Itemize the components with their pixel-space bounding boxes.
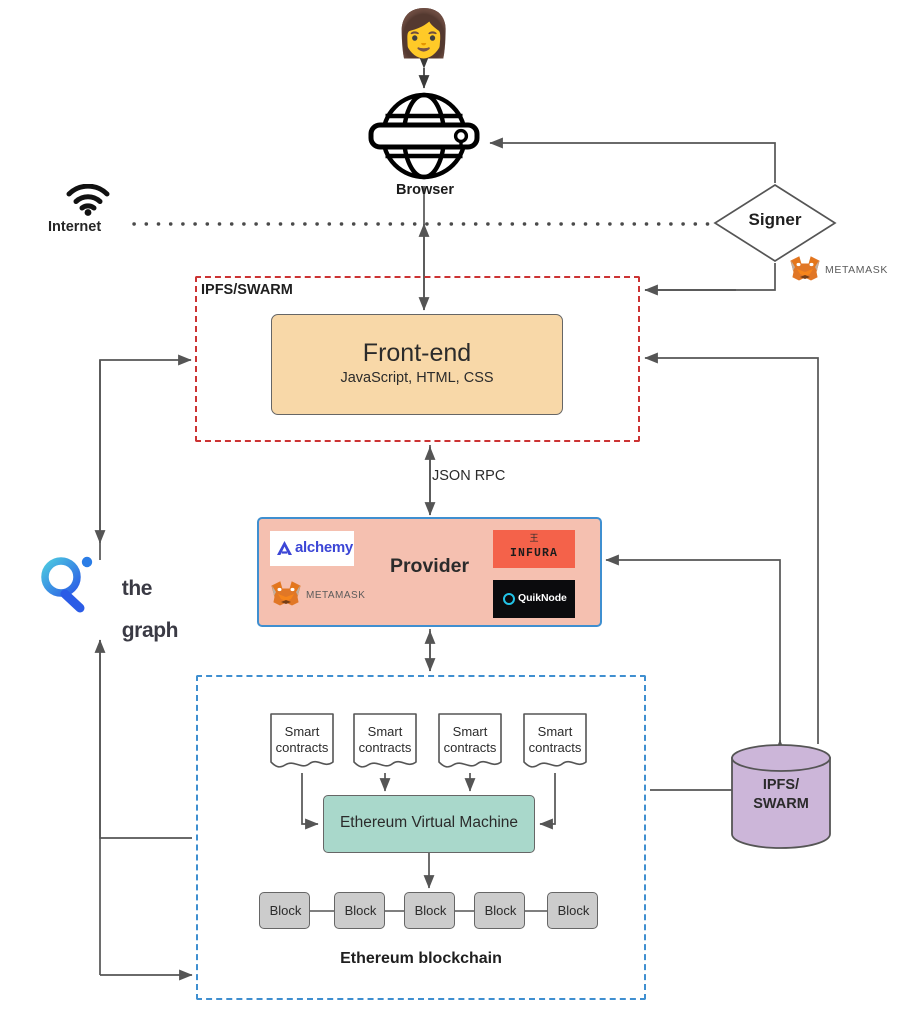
- block-node: Block: [259, 892, 310, 929]
- quiknode-ring-icon: [503, 593, 515, 605]
- frontend-title: Front-end: [362, 339, 472, 367]
- user-avatar-icon: 👩: [395, 7, 453, 59]
- smart-contract-label: Smart contracts: [358, 724, 412, 755]
- frontend-subtitle: JavaScript, HTML, CSS: [340, 370, 494, 386]
- the-graph-line1: the: [121, 577, 153, 600]
- smart-contract-node: Smart contracts: [268, 711, 336, 773]
- smart-contract-label: Smart contracts: [443, 724, 497, 755]
- block-label: Block: [269, 903, 302, 918]
- ethereum-blockchain-label: Ethereum blockchain: [340, 950, 502, 967]
- ipfs-swarm-group-label: IPFS/SWARM: [201, 282, 293, 298]
- block-label: Block: [344, 903, 377, 918]
- metamask-logo-icon: METAMASK: [268, 580, 373, 608]
- browser-icon: [365, 92, 483, 180]
- signer-label: Signer: [748, 210, 802, 229]
- smart-contract-node: Smart contracts: [436, 711, 504, 773]
- infura-logo-icon: 王 INFURA: [493, 530, 575, 568]
- wifi-icon: [66, 183, 110, 216]
- infura-glyph: 王: [529, 533, 539, 543]
- block-node: Block: [547, 892, 598, 929]
- quiknode-logo-icon: QuikNode: [493, 580, 575, 618]
- alchemy-logo-icon: alchemy: [270, 531, 354, 566]
- smart-contract-node: Smart contracts: [521, 711, 589, 773]
- smart-contract-label: Smart contracts: [275, 724, 329, 755]
- browser-label: Browser: [395, 182, 455, 198]
- smart-contract-label: Smart contracts: [528, 724, 582, 755]
- ipfs-swarm-storage-label: IPFS/ SWARM: [753, 777, 809, 812]
- the-graph-logo-icon: [33, 550, 99, 616]
- svg-text:METAMASK: METAMASK: [825, 264, 888, 276]
- block-label: Block: [414, 903, 447, 918]
- block-node: Block: [334, 892, 385, 929]
- block-node: Block: [404, 892, 455, 929]
- quiknode-label: QuikNode: [518, 592, 567, 604]
- metamask-logo-icon: METAMASK: [787, 255, 897, 283]
- svg-text:METAMASK: METAMASK: [306, 590, 365, 601]
- smart-contract-node: Smart contracts: [351, 711, 419, 773]
- the-graph-line2: graph: [121, 619, 179, 642]
- evm-label: Ethereum Virtual Machine: [339, 814, 519, 831]
- provider-title: Provider: [389, 555, 470, 577]
- diagram-canvas: 👩 Browser Internet Signer METAMASK IPFS/…: [0, 0, 903, 1024]
- json-rpc-label: JSON RPC: [432, 468, 506, 484]
- block-node: Block: [474, 892, 525, 929]
- infura-label: INFURA: [509, 547, 558, 560]
- the-graph-wordmark: the graph: [100, 557, 186, 662]
- internet-label: Internet: [48, 219, 102, 235]
- block-label: Block: [484, 903, 517, 918]
- block-label: Block: [557, 903, 590, 918]
- alchemy-label: alchemy: [295, 539, 353, 556]
